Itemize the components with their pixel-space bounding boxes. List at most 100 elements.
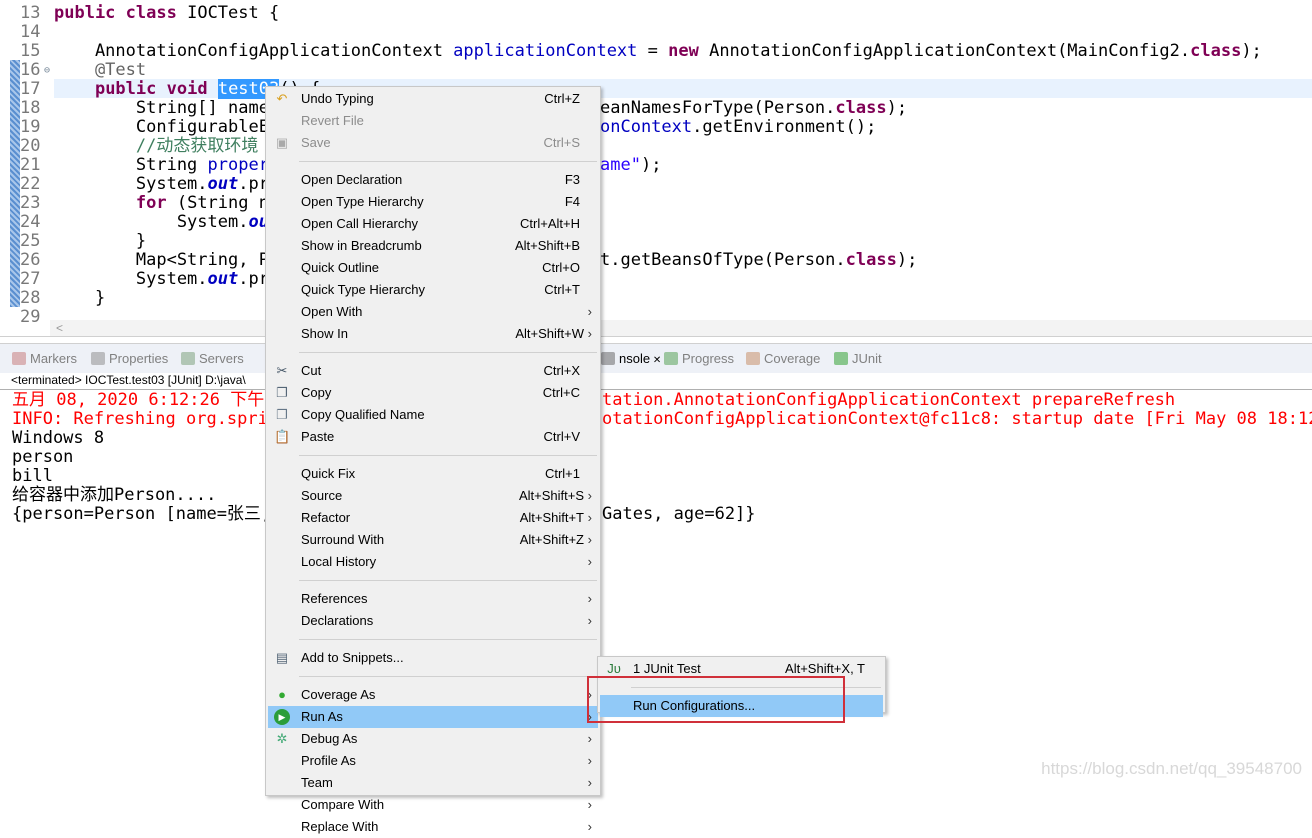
change-ruler bbox=[10, 60, 20, 307]
tab-label: nsole bbox=[619, 351, 651, 366]
code-line: System.ou bbox=[54, 213, 269, 232]
menu-item-paste[interactable]: 📋 Paste Ctrl+V bbox=[268, 426, 598, 448]
menu-item-label: Quick Outline bbox=[301, 260, 380, 275]
menu-item-add-to-snippets[interactable]: ▤ Add to Snippets... bbox=[268, 647, 598, 669]
menu-item-source[interactable]: Source Alt+Shift+S › bbox=[268, 485, 598, 507]
close-icon[interactable]: ✕ bbox=[650, 355, 661, 366]
menu-item-quick-type-hierarchy[interactable]: Quick Type Hierarchy Ctrl+T bbox=[268, 279, 598, 301]
menu-item-compare-with[interactable]: Compare With › bbox=[268, 794, 598, 816]
run-icon: ▶ bbox=[274, 709, 290, 725]
menu-item-label: Coverage As bbox=[301, 687, 376, 702]
junit-icon: Jᴜ bbox=[607, 661, 621, 676]
menu-item-coverage-as[interactable]: ● Coverage As › bbox=[268, 684, 598, 706]
panel-tab-bar: Markers Properties Servers nsole ✕ Progress C… bbox=[0, 343, 1312, 373]
menu-item-copy[interactable]: ❐ Copy Ctrl+C bbox=[268, 382, 598, 404]
menu-item-declarations[interactable]: Declarations › bbox=[268, 610, 598, 632]
tab-junit[interactable]: JUnit bbox=[834, 351, 882, 366]
chevron-right-icon: › bbox=[587, 488, 592, 503]
menu-item-quick-fix[interactable]: Quick Fix Ctrl+1 bbox=[268, 463, 598, 485]
code-token: AnnotationConfigApplicationContext bbox=[54, 41, 454, 61]
tab-servers[interactable]: Servers bbox=[181, 351, 244, 366]
menu-item-open-type-hierarchy[interactable]: Open Type Hierarchy F4 bbox=[268, 191, 598, 213]
code-line: } bbox=[54, 289, 105, 308]
tab-coverage[interactable]: Coverage bbox=[746, 351, 820, 366]
menu-item-surround-with[interactable]: Surround With Alt+Shift+Z › bbox=[268, 529, 598, 551]
code-line: for (String n bbox=[54, 194, 269, 213]
menu-item-label: Open With bbox=[301, 304, 363, 319]
menu-item-quick-outline[interactable]: Quick Outline Ctrl+O bbox=[268, 257, 598, 279]
menu-item-open-declaration[interactable]: Open Declaration F3 bbox=[268, 169, 598, 191]
menu-item-shortcut: Ctrl+Alt+H bbox=[520, 216, 580, 231]
chevron-right-icon: › bbox=[587, 753, 592, 768]
tab-progress[interactable]: Progress bbox=[664, 351, 734, 366]
menu-item-label: Open Type Hierarchy bbox=[301, 194, 424, 209]
menu-item-shortcut: F3 bbox=[564, 172, 580, 187]
console-line: person bbox=[12, 447, 74, 467]
line-number: 15 bbox=[20, 41, 41, 61]
menu-item-show-in[interactable]: Show In Alt+Shift+W › bbox=[268, 323, 598, 345]
menu-item-refactor[interactable]: Refactor Alt+Shift+T › bbox=[268, 507, 598, 529]
code-editor[interactable]: 13 14 15 16 ⊖ 17 18 19 20 21 22 23 24 25 26 27 28 29 publ… bbox=[0, 0, 1312, 337]
progress-icon bbox=[664, 352, 678, 365]
horizontal-scrollbar[interactable]: < bbox=[50, 320, 1312, 336]
console-line-fragment: tation.AnnotationConfigApplicationContex… bbox=[602, 390, 1176, 410]
menu-item-local-history[interactable]: Local History › bbox=[268, 551, 598, 573]
code-token: new bbox=[668, 41, 699, 61]
menu-separator bbox=[299, 161, 597, 162]
menu-separator bbox=[299, 676, 597, 677]
code-token: ); bbox=[640, 155, 662, 175]
chevron-right-icon: › bbox=[587, 613, 592, 628]
code-token: AnnotationConfigApplicationContext(MainC… bbox=[698, 41, 1191, 61]
menu-item-debug-as[interactable]: ✲ Debug As › bbox=[268, 728, 598, 750]
tab-markers[interactable]: Markers bbox=[12, 351, 77, 366]
coverage-icon bbox=[746, 352, 760, 365]
code-token: public bbox=[54, 3, 116, 23]
menu-item-team[interactable]: Team › bbox=[268, 772, 598, 794]
menu-item-open-with[interactable]: Open With › bbox=[268, 301, 598, 323]
chevron-right-icon: › bbox=[587, 797, 592, 812]
menu-item-cut[interactable]: ✂ Cut Ctrl+X bbox=[268, 360, 598, 382]
tab-nsole[interactable]: nsole ✕ bbox=[601, 351, 661, 366]
chevron-right-icon: › bbox=[587, 591, 592, 606]
menu-item-profile-as[interactable]: Profile As › bbox=[268, 750, 598, 772]
menu-item-open-call-hierarchy[interactable]: Open Call Hierarchy Ctrl+Alt+H bbox=[268, 213, 598, 235]
menu-item-show-in-breadcrumb[interactable]: Show in Breadcrumb Alt+Shift+B bbox=[268, 235, 598, 257]
code-line: //动态获取环境 bbox=[54, 137, 258, 156]
line-number: 25 bbox=[20, 231, 41, 251]
code-token: (String n bbox=[166, 193, 269, 213]
menu-item-replace-with[interactable]: Replace With › bbox=[268, 816, 598, 838]
console-line: INFO: Refreshing org.sprin bbox=[12, 409, 279, 429]
menu-item-shortcut: Ctrl+1 bbox=[544, 466, 580, 481]
chevron-right-icon: › bbox=[587, 532, 592, 547]
menu-item-copy-qualified-name[interactable]: ❐ Copy Qualified Name bbox=[268, 404, 598, 426]
tab-properties[interactable]: Properties bbox=[91, 351, 168, 366]
chevron-right-icon: › bbox=[587, 326, 592, 341]
menu-item-shortcut: Ctrl+T bbox=[544, 282, 580, 297]
menu-item-label: Replace With bbox=[301, 819, 379, 834]
menu-item-references[interactable]: References › bbox=[268, 588, 598, 610]
line-number: 21 bbox=[20, 155, 41, 175]
menu-item-undo-typing[interactable]: ↶ Undo Typing Ctrl+Z bbox=[268, 88, 598, 110]
menu-item-run-as[interactable]: ▶ Run As › bbox=[268, 706, 598, 728]
console-line: 五月 08, 2020 6:12:26 下午 bbox=[12, 390, 265, 410]
menu-item-label: Quick Fix bbox=[301, 466, 356, 481]
code-line: ConfigurableE bbox=[54, 118, 269, 137]
menu-item-label: Undo Typing bbox=[301, 91, 374, 106]
code-token: String bbox=[54, 155, 208, 175]
code-token: proper bbox=[207, 155, 269, 175]
line-number: 27 bbox=[20, 269, 41, 289]
code-line-fragment: eanNamesForType(Person.class); bbox=[600, 99, 907, 118]
code-token: //动态获取环境 bbox=[54, 136, 259, 156]
menu-item-label: Refactor bbox=[301, 510, 351, 525]
line-number: 28 bbox=[20, 288, 41, 308]
tab-label: Servers bbox=[199, 351, 244, 366]
collapse-icon[interactable]: ⊖ bbox=[44, 61, 50, 80]
menu-item-label: Run As bbox=[301, 709, 343, 724]
code-line: Map<String, P bbox=[54, 251, 269, 270]
menu-item-label: Surround With bbox=[301, 532, 385, 547]
code-token: out bbox=[207, 269, 239, 289]
code-token: for bbox=[135, 193, 167, 213]
